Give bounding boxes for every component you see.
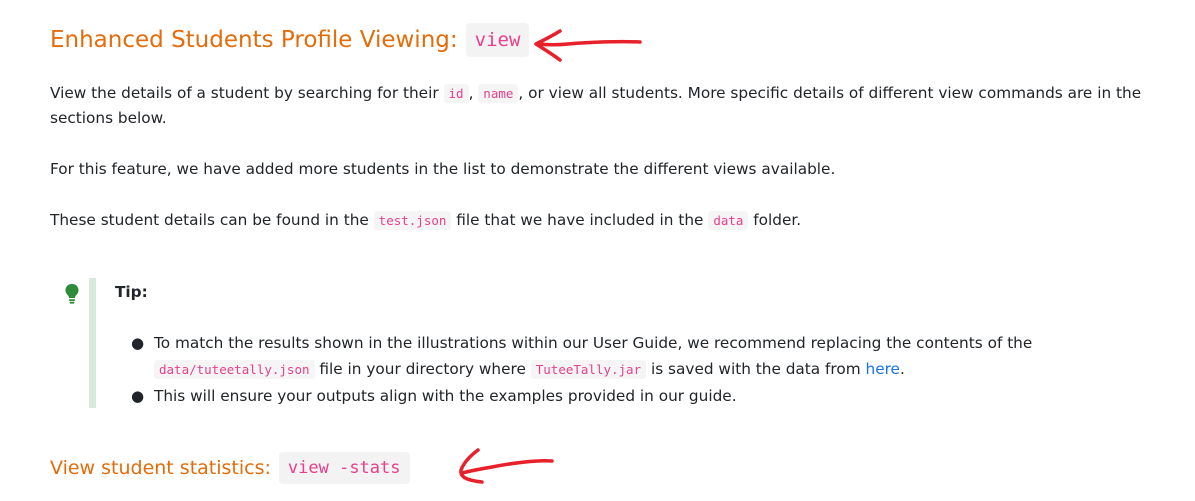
- text-span: is saved with the data from: [646, 360, 866, 378]
- heading-code-view: view: [465, 23, 530, 57]
- section-heading-view-stats: View student statistics: view -stats: [50, 447, 410, 489]
- heading-code-view-stats: view -stats: [278, 452, 410, 484]
- inline-code-test-json: test.json: [373, 211, 452, 230]
- text-span: These student details can be found in th…: [50, 211, 374, 229]
- text-span: To match the results shown in the illust…: [154, 334, 1033, 352]
- heading-title: Enhanced Students Profile Viewing:: [50, 27, 458, 53]
- list-item: ● This will ensure your outputs align wi…: [131, 383, 1081, 409]
- text-span: folder.: [748, 211, 802, 229]
- here-link[interactable]: here: [866, 360, 900, 378]
- annotation-arrow-icon: [534, 29, 642, 62]
- details-paragraph: These student details can be found in th…: [50, 208, 1175, 233]
- text-span: ,: [468, 84, 479, 102]
- inline-code-tuteetally-jar: TuteeTally.jar: [530, 360, 647, 379]
- bullet-icon: ●: [131, 334, 145, 352]
- lightbulb-icon: [65, 284, 79, 304]
- bullet-icon: ●: [131, 387, 145, 405]
- intro-paragraph: View the details of a student by searchi…: [50, 81, 1175, 131]
- inline-code-name: name: [478, 84, 519, 103]
- section-heading-view: Enhanced Students Profile Viewing: view: [50, 18, 530, 62]
- text-span: file that we have included in the: [451, 211, 709, 229]
- text-span: This will ensure your outputs align with…: [154, 387, 737, 405]
- text-span: file in your directory where: [314, 360, 531, 378]
- heading-title: View student statistics:: [50, 457, 271, 479]
- text-span: View the details of a student by searchi…: [50, 84, 444, 102]
- tip-title: Tip:: [115, 283, 148, 301]
- feature-paragraph: For this feature, we have added more stu…: [50, 160, 836, 178]
- inline-code-data: data: [708, 211, 749, 230]
- inline-code-tuteetally-json: data/tuteetally.json: [154, 360, 315, 379]
- tip-list: ● To match the results shown in the illu…: [131, 330, 1081, 409]
- annotation-arrow-icon: [459, 448, 554, 484]
- inline-code-id: id: [443, 84, 469, 103]
- text-span: .: [899, 360, 905, 378]
- list-item: ● To match the results shown in the illu…: [131, 330, 1081, 383]
